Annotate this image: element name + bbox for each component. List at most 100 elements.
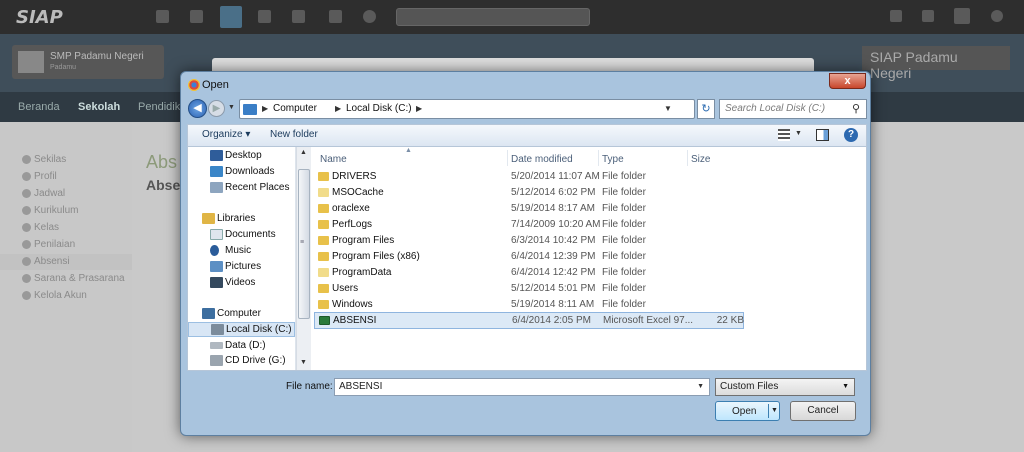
column-header-date[interactable]: Date modified — [511, 154, 573, 165]
file-row[interactable]: oraclexe 5/19/2014 8:17 AM File folder — [312, 201, 867, 217]
column-header-type[interactable]: Type — [602, 154, 624, 165]
file-row[interactable]: Program Files 6/3/2014 10:42 PM File fol… — [312, 233, 867, 249]
sidebar-item-kelas[interactable]: Kelas — [21, 222, 59, 233]
nav-item-documents[interactable]: Documents — [210, 228, 292, 243]
open-button[interactable]: Open ▼ — [715, 401, 780, 421]
sidebar-item-sekilas[interactable]: Sekilas — [21, 154, 66, 165]
forward-button[interactable]: ▶ — [208, 100, 225, 117]
drive-icon — [210, 342, 223, 349]
sidebar-item-absensi[interactable]: Absensi — [22, 256, 70, 267]
nav-item-label: CD Drive (G:) — [225, 355, 286, 366]
address-bar[interactable]: ▶ Computer ▶ Local Disk (C:) ▶ ▼ — [239, 99, 695, 119]
organize-button[interactable]: Organize ▾ — [202, 129, 250, 140]
rss-icon[interactable] — [190, 10, 203, 23]
search-icon[interactable]: ⚲ — [852, 102, 860, 115]
nav-item-music[interactable]: Music — [210, 244, 292, 259]
breadcrumb-computer[interactable]: Computer — [273, 103, 317, 114]
open-file-dialog: Open x ◀ ▶ ▼ ▶ Computer ▶ Local Disk (C:… — [180, 71, 871, 436]
column-separator[interactable] — [507, 150, 508, 166]
address-dropdown-icon[interactable]: ▼ — [664, 104, 672, 113]
scroll-grip-icon: ≡ — [300, 239, 305, 246]
calendar-icon[interactable] — [292, 10, 305, 23]
nav-item-recent-places[interactable]: Recent Places — [210, 181, 292, 196]
main-title: Abs — [146, 152, 178, 172]
nav-item-desktop[interactable]: Desktop — [210, 149, 292, 164]
search-input[interactable]: Search Local Disk (C:) ⚲ — [719, 99, 867, 119]
chevron-down-icon[interactable]: ▼ — [697, 383, 704, 390]
recent-locations-chevron-icon[interactable]: ▼ — [228, 104, 235, 111]
avatar[interactable] — [954, 8, 970, 24]
breadcrumb-local-disk[interactable]: Local Disk (C:) — [346, 103, 412, 114]
refresh-button[interactable]: ↻ — [697, 99, 715, 119]
mail-icon[interactable] — [890, 10, 902, 22]
column-header-size[interactable]: Size — [691, 154, 710, 165]
preview-pane-icon[interactable] — [816, 129, 829, 141]
file-row[interactable]: Users 5/12/2014 5:01 PM File folder — [312, 281, 867, 297]
column-separator[interactable] — [598, 150, 599, 166]
libraries-icon — [202, 213, 215, 224]
file-name-label: File name: — [286, 381, 333, 392]
breadcrumb-arrow-icon[interactable]: ▶ — [416, 104, 422, 113]
nav-item-libraries[interactable]: Libraries — [202, 212, 292, 227]
cancel-button[interactable]: Cancel — [790, 401, 856, 421]
column-header-name[interactable]: Name — [320, 154, 347, 165]
list-icon[interactable] — [922, 10, 934, 22]
sidebar-item-kurikulum[interactable]: Kurikulum — [21, 205, 78, 216]
help-icon[interactable] — [363, 10, 376, 23]
nav-item-downloads[interactable]: Downloads — [210, 165, 292, 180]
people-icon[interactable] — [258, 10, 271, 23]
nav-item-pictures[interactable]: Pictures — [210, 260, 292, 275]
nav-item-label: Downloads — [225, 166, 275, 177]
file-type-filter[interactable]: Custom Files ▼ — [715, 378, 855, 396]
chevron-down-icon[interactable]: ▼ — [771, 407, 778, 414]
column-separator[interactable] — [687, 150, 688, 166]
file-type: File folder — [602, 219, 646, 230]
file-name-input[interactable]: ABSENSI ▼ — [334, 378, 710, 396]
file-row-selected[interactable]: ABSENSI 6/4/2014 2:05 PM Microsoft Excel… — [314, 312, 744, 329]
nav-item-label: Recent Places — [225, 182, 290, 193]
cd-drive-icon — [210, 355, 223, 366]
new-folder-button[interactable]: New folder — [270, 129, 318, 140]
file-type: File folder — [602, 235, 646, 246]
sidebar-item-penilaian[interactable]: Penilaian — [21, 239, 75, 250]
dialog-body: Desktop Downloads Recent Places Librarie… — [187, 146, 867, 371]
nav-sekolah[interactable]: Sekolah — [78, 101, 120, 113]
chevron-down-icon[interactable]: ▼ — [842, 383, 849, 390]
back-button[interactable]: ◀ — [188, 99, 207, 118]
file-row[interactable]: DRIVERS 5/20/2014 11:07 AM File folder — [312, 169, 867, 185]
nav-item-data-drive[interactable]: Data (D:) — [210, 339, 292, 354]
file-row[interactable]: MSOCache 5/12/2014 6:02 PM File folder — [312, 185, 867, 201]
sidebar-item-jadwal[interactable]: Jadwal — [21, 188, 65, 199]
sidebar-item-kelola-akun[interactable]: Kelola Akun — [22, 290, 87, 301]
file-row[interactable]: Windows 5/19/2014 8:11 AM File folder — [312, 297, 867, 313]
scroll-down-icon[interactable]: ▼ — [300, 359, 307, 366]
export-icon[interactable] — [329, 10, 342, 23]
excel-file-icon — [319, 316, 330, 325]
close-button[interactable]: x — [829, 73, 866, 89]
file-name-value: ABSENSI — [339, 381, 383, 392]
sidebar-item-profil[interactable]: Profil — [22, 171, 57, 182]
view-icon[interactable] — [778, 129, 790, 141]
sidebar-item-sarana[interactable]: Sarana & Prasarana — [22, 273, 125, 284]
nav-item-videos[interactable]: Videos — [210, 276, 292, 291]
scroll-up-icon[interactable]: ▲ — [300, 149, 307, 156]
school-picture — [18, 51, 44, 73]
power-icon[interactable] — [991, 10, 1003, 22]
breadcrumb-arrow-icon[interactable]: ▶ — [335, 104, 341, 113]
file-row[interactable]: PerfLogs 7/14/2009 10:20 AM File folder — [312, 217, 867, 233]
help-icon[interactable]: ? — [844, 128, 858, 142]
nav-pendidik[interactable]: Pendidik — [138, 101, 180, 113]
navigation-scrollbar[interactable]: ▲ ≡ ▼ — [296, 147, 311, 370]
building-icon[interactable] — [220, 6, 242, 28]
school-selector[interactable]: SMP Padamu Negeri Padamu — [12, 45, 164, 79]
file-row[interactable]: ProgramData 6/4/2014 12:42 PM File folde… — [312, 265, 867, 281]
view-dropdown-icon[interactable]: ▼ — [795, 130, 802, 137]
nav-item-cd-drive[interactable]: CD Drive (G:) — [210, 354, 292, 369]
nav-item-local-disk[interactable]: Local Disk (C:) — [188, 322, 295, 337]
app-search-input[interactable] — [396, 8, 590, 26]
breadcrumb-arrow-icon[interactable]: ▶ — [262, 104, 268, 113]
nav-item-computer[interactable]: Computer — [202, 307, 292, 322]
file-row[interactable]: Program Files (x86) 6/4/2014 12:39 PM Fi… — [312, 249, 867, 265]
nav-beranda[interactable]: Beranda — [18, 101, 60, 113]
package-icon[interactable] — [156, 10, 169, 23]
